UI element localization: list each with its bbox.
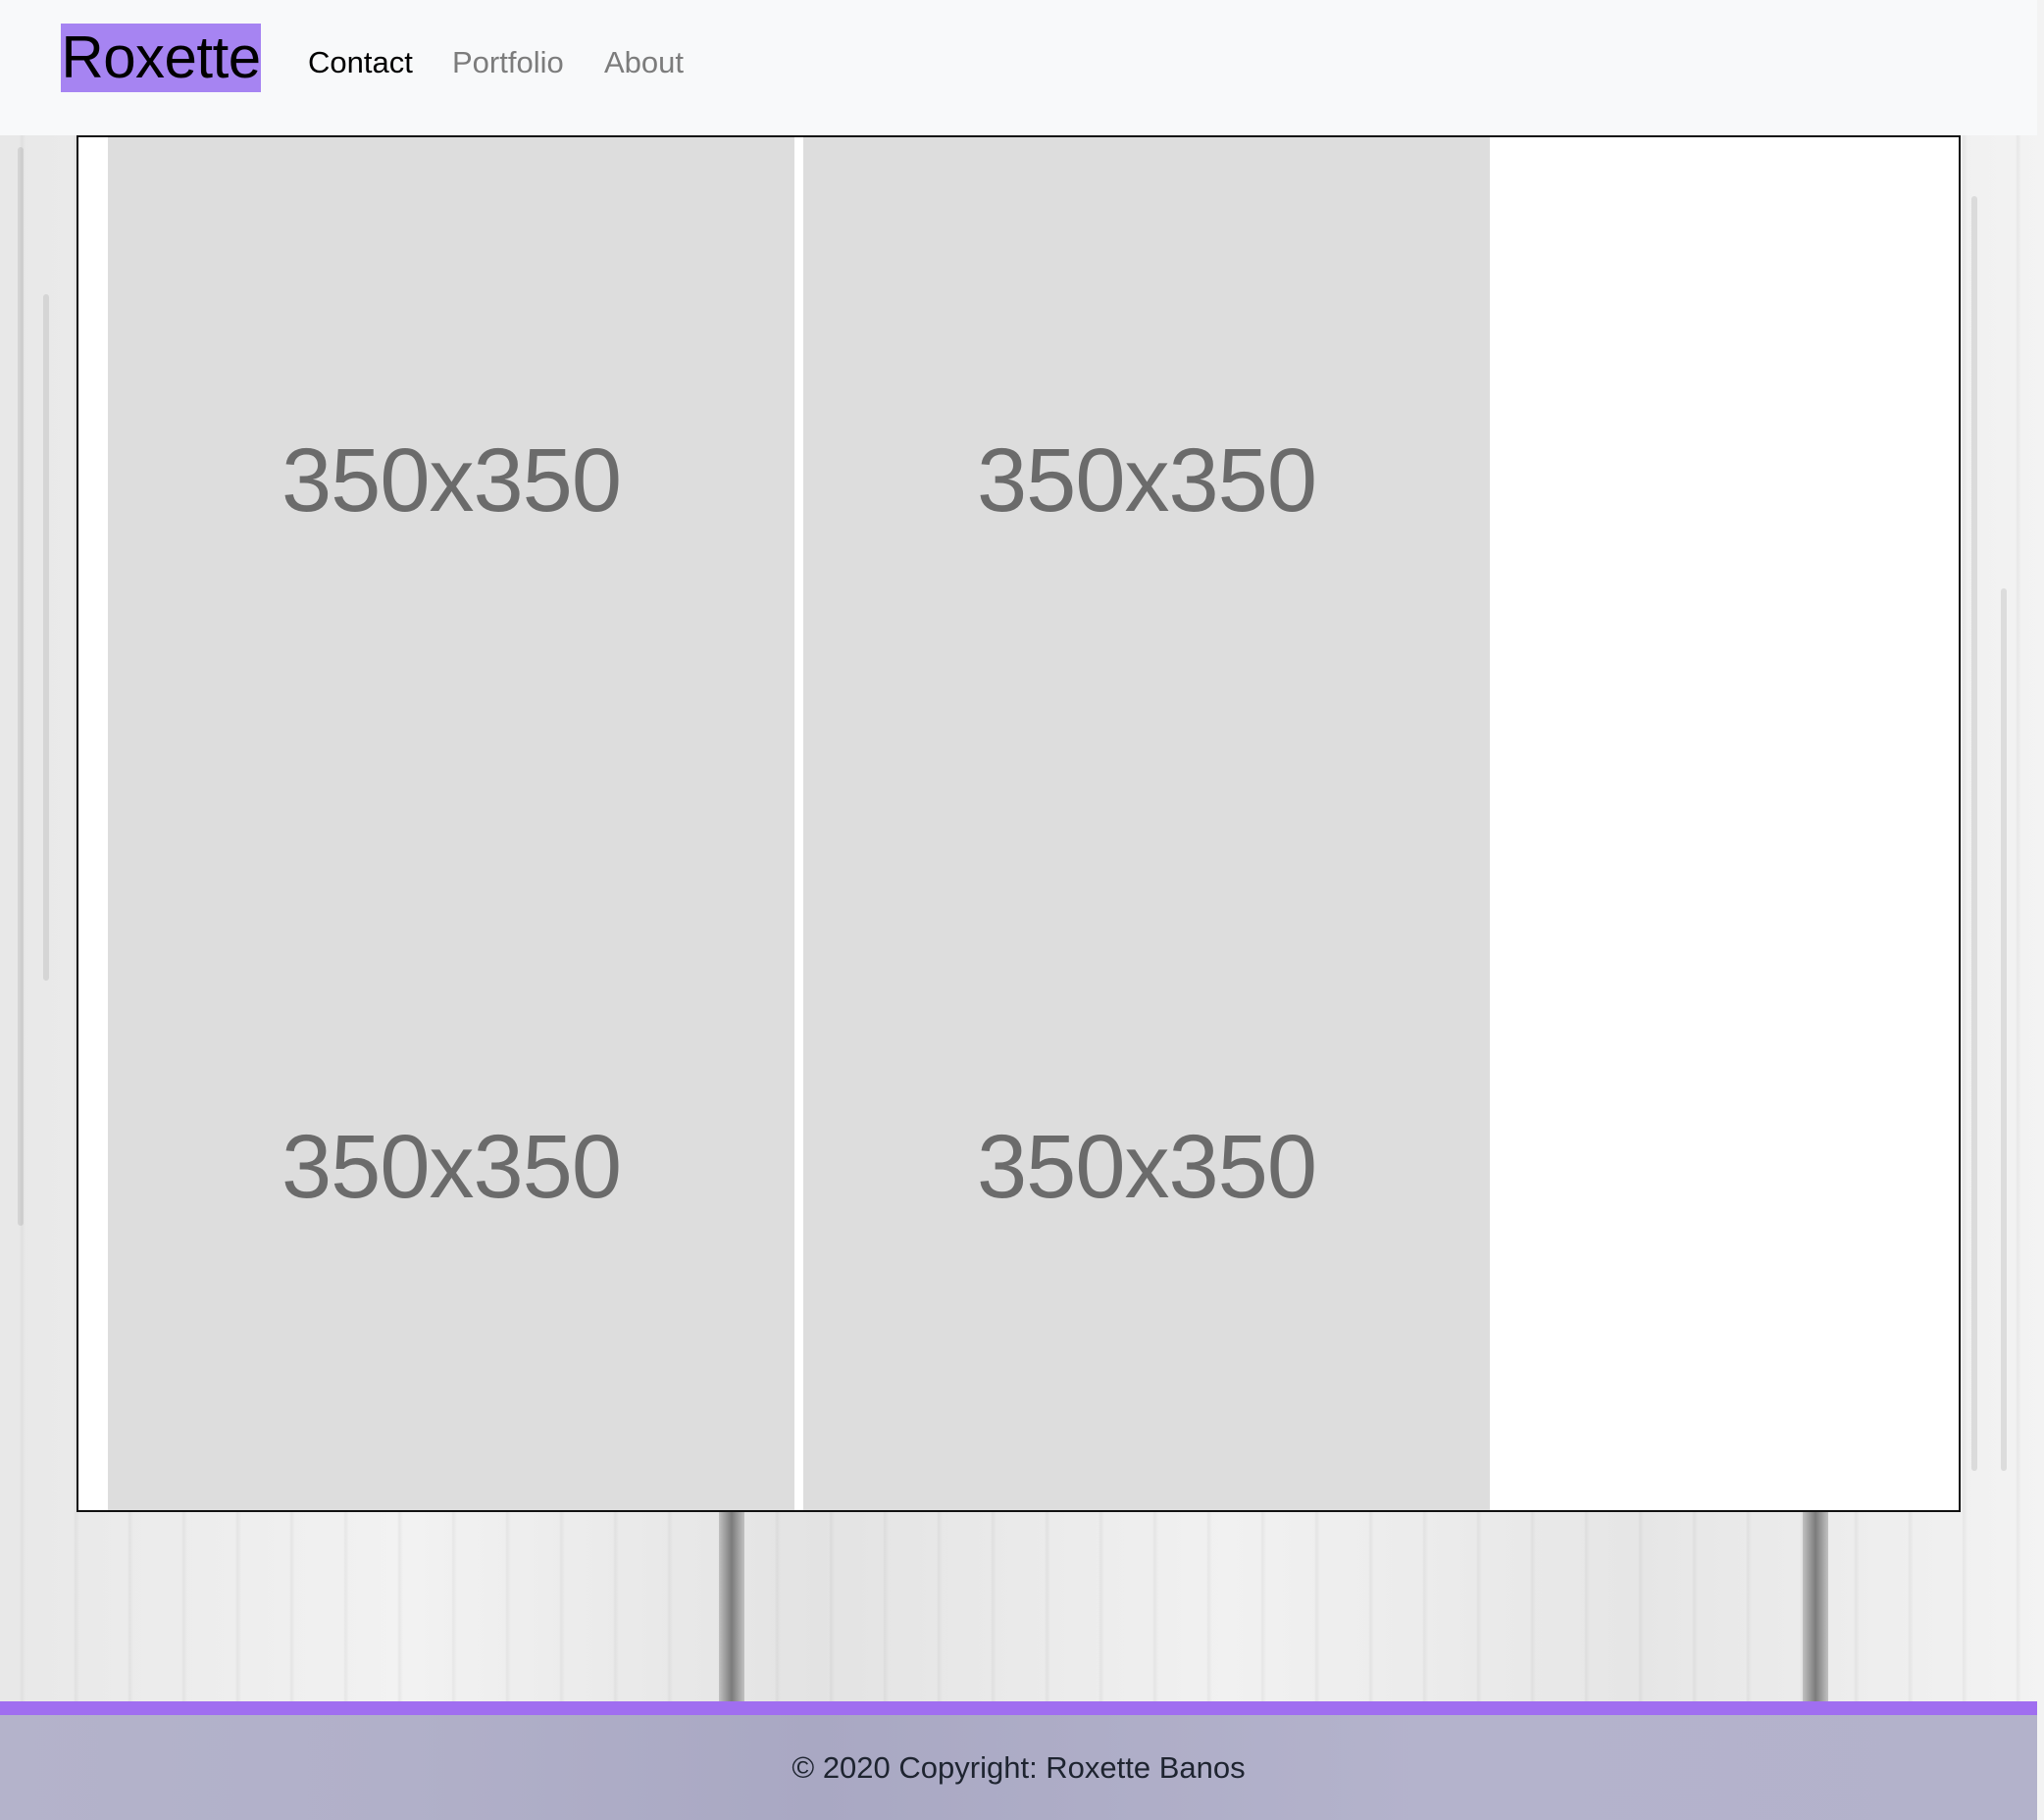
page-footer: © 2020 Copyright: Roxette Banos <box>0 1715 2037 1820</box>
wood-grain <box>2001 588 2007 1471</box>
brand-logo-link[interactable]: Roxette <box>61 24 261 92</box>
wood-grain <box>18 147 24 1226</box>
nav-link-contact[interactable]: Contact <box>308 43 413 82</box>
wood-plank-seam <box>719 1510 744 1706</box>
placeholder-image: 350x350 <box>803 137 1490 824</box>
footer-accent-bar <box>0 1701 2037 1715</box>
placeholder-image-label: 350x350 <box>977 1116 1317 1217</box>
wood-plank-seam <box>1803 1510 1828 1706</box>
gallery-panel: 350x350 350x350 350x350 350x350 <box>77 135 1961 1512</box>
wood-grain <box>1971 196 1977 1471</box>
nav-link-portfolio[interactable]: Portfolio <box>452 43 564 82</box>
placeholder-image: 350x350 <box>803 824 1490 1510</box>
copyright-text: © 2020 Copyright: Roxette Banos <box>792 1749 1246 1785</box>
nav-link-about[interactable]: About <box>604 43 684 82</box>
placeholder-image-label: 350x350 <box>977 430 1317 531</box>
placeholder-image-label: 350x350 <box>281 1116 622 1217</box>
placeholder-image-label: 350x350 <box>281 430 622 531</box>
placeholder-image: 350x350 <box>108 137 794 824</box>
placeholder-image: 350x350 <box>108 824 794 1510</box>
top-navbar: Roxette Contact Portfolio About <box>0 0 2037 135</box>
wood-grain <box>43 294 49 981</box>
